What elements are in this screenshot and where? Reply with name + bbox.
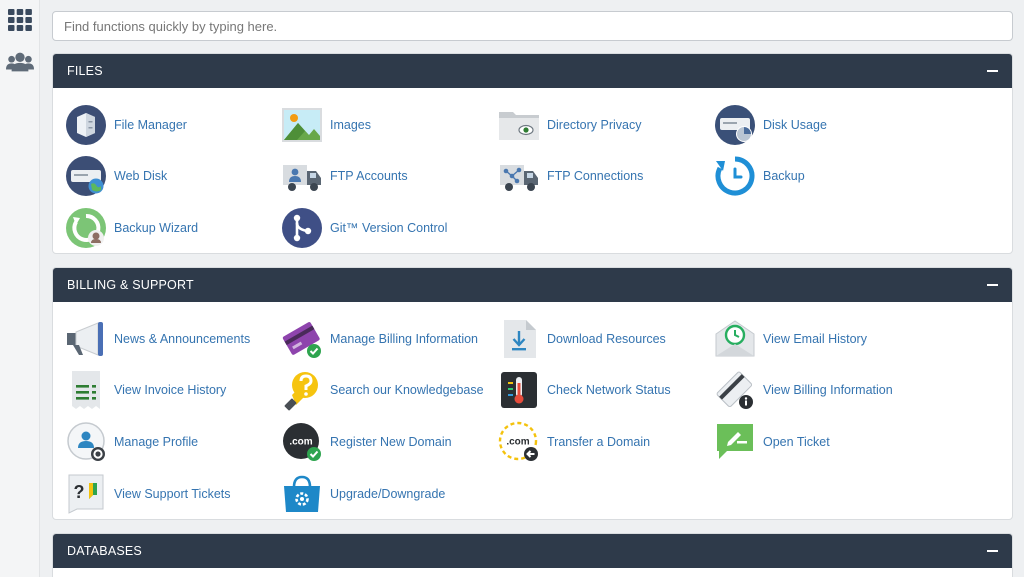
register-domain-icon: .com xyxy=(281,421,323,463)
knowledgebase-link[interactable]: Search our Knowledgebase xyxy=(281,365,498,417)
item-label: View Billing Information xyxy=(763,383,893,398)
download-resources-link[interactable]: Download Resources xyxy=(498,313,714,365)
ftp-accounts-link[interactable]: FTP Accounts xyxy=(281,151,498,203)
item-label: Register New Domain xyxy=(330,434,452,449)
invoice-history-link[interactable]: View Invoice History xyxy=(65,365,281,417)
databases-panel-header[interactable]: DATABASES xyxy=(53,534,1012,568)
directory-privacy-link[interactable]: Directory Privacy xyxy=(498,99,714,151)
item-label: Web Disk xyxy=(114,169,168,184)
item-label: Open Ticket xyxy=(763,434,830,449)
open-ticket-link[interactable]: Open Ticket xyxy=(714,416,931,468)
item-label: Backup xyxy=(763,169,805,184)
lightbulb-icon xyxy=(281,369,323,411)
item-label: Upgrade/Downgrade xyxy=(330,486,446,501)
item-label: Check Network Status xyxy=(547,383,671,398)
item-label: View Support Tickets xyxy=(114,486,231,501)
profile-icon xyxy=(65,421,107,463)
web-disk-icon xyxy=(65,155,107,197)
images-link[interactable]: Images xyxy=(281,99,498,151)
billing-grid: News & Announcements Manage Billing Info… xyxy=(53,302,1012,519)
ftp-connections-icon xyxy=(498,155,540,197)
disk-usage-link[interactable]: Disk Usage xyxy=(714,99,931,151)
svg-text:.com: .com xyxy=(506,436,529,447)
item-label: Images xyxy=(330,117,371,132)
file-manager-link[interactable]: File Manager xyxy=(65,99,281,151)
item-label: Search our Knowledgebase xyxy=(330,383,484,398)
upgrade-downgrade-link[interactable]: Upgrade/Downgrade xyxy=(281,468,498,519)
files-grid: File Manager Images Directory Privacy Di… xyxy=(53,88,1012,253)
billing-info-icon xyxy=(714,369,756,411)
disk-usage-icon xyxy=(714,104,756,146)
billing-panel-header[interactable]: BILLING & SUPPORT xyxy=(53,268,1012,302)
invoice-icon xyxy=(65,369,107,411)
backup-wizard-icon xyxy=(65,207,107,249)
backup-wizard-link[interactable]: Backup Wizard xyxy=(65,202,281,253)
email-history-link[interactable]: View Email History xyxy=(714,313,931,365)
ftp-connections-link[interactable]: FTP Connections xyxy=(498,151,714,203)
manage-profile-link[interactable]: Manage Profile xyxy=(65,416,281,468)
git-link[interactable]: Git™ Version Control xyxy=(281,202,498,253)
collapse-icon[interactable] xyxy=(986,279,998,291)
git-icon xyxy=(281,207,323,249)
megaphone-icon xyxy=(65,318,107,360)
transfer-domain-icon: .com xyxy=(498,421,540,463)
panel-title: FILES xyxy=(67,64,103,78)
collapse-icon[interactable] xyxy=(986,65,998,77)
grid-icon[interactable] xyxy=(6,6,34,34)
web-disk-link[interactable]: Web Disk xyxy=(65,151,281,203)
manage-billing-link[interactable]: Manage Billing Information xyxy=(281,313,498,365)
directory-privacy-icon xyxy=(498,104,540,146)
item-label: View Invoice History xyxy=(114,383,227,398)
users-icon[interactable] xyxy=(6,48,34,76)
ftp-accounts-icon xyxy=(281,155,323,197)
network-status-link[interactable]: Check Network Status xyxy=(498,365,714,417)
billing-information-link[interactable]: View Billing Information xyxy=(714,365,931,417)
panel-title: DATABASES xyxy=(67,544,142,558)
credit-card-icon xyxy=(281,318,323,360)
item-label: Manage Billing Information xyxy=(330,331,478,346)
item-label: View Email History xyxy=(763,331,867,346)
transfer-domain-link[interactable]: .com Transfer a Domain xyxy=(498,416,714,468)
databases-panel: DATABASES xyxy=(52,533,1013,577)
backup-icon xyxy=(714,155,756,197)
files-panel: FILES File Manager Images Directory Priv… xyxy=(52,53,1013,254)
news-link[interactable]: News & Announcements xyxy=(65,313,281,365)
billing-support-panel: BILLING & SUPPORT News & Announcements M… xyxy=(52,267,1013,520)
item-label: Backup Wizard xyxy=(114,220,199,235)
item-label: Disk Usage xyxy=(763,117,827,132)
item-label: FTP Accounts xyxy=(330,169,408,184)
images-icon xyxy=(281,104,323,146)
files-panel-header[interactable]: FILES xyxy=(53,54,1012,88)
item-label: Git™ Version Control xyxy=(330,220,448,235)
download-icon xyxy=(498,318,540,360)
search-input[interactable] xyxy=(52,11,1013,41)
support-tickets-icon: ? xyxy=(65,473,107,515)
panel-title: BILLING & SUPPORT xyxy=(67,278,194,292)
open-ticket-icon xyxy=(714,421,756,463)
svg-text:.com: .com xyxy=(289,436,312,447)
svg-text:?: ? xyxy=(74,482,85,502)
item-label: Manage Profile xyxy=(114,434,199,449)
item-label: News & Announcements xyxy=(114,331,251,346)
shopping-bag-icon xyxy=(281,473,323,515)
thermometer-icon xyxy=(498,369,540,411)
file-manager-icon xyxy=(65,104,107,146)
main-content: FILES File Manager Images Directory P xyxy=(40,0,1024,577)
collapse-icon[interactable] xyxy=(986,545,998,557)
backup-link[interactable]: Backup xyxy=(714,151,931,203)
item-label: Directory Privacy xyxy=(547,117,642,132)
item-label: Download Resources xyxy=(547,331,666,346)
support-tickets-link[interactable]: ? View Support Tickets xyxy=(65,468,281,519)
item-label: File Manager xyxy=(114,117,187,132)
item-label: Transfer a Domain xyxy=(547,434,651,449)
left-sidebar xyxy=(0,0,40,577)
item-label: FTP Connections xyxy=(547,169,644,184)
email-history-icon xyxy=(714,318,756,360)
register-domain-link[interactable]: .com Register New Domain xyxy=(281,416,498,468)
